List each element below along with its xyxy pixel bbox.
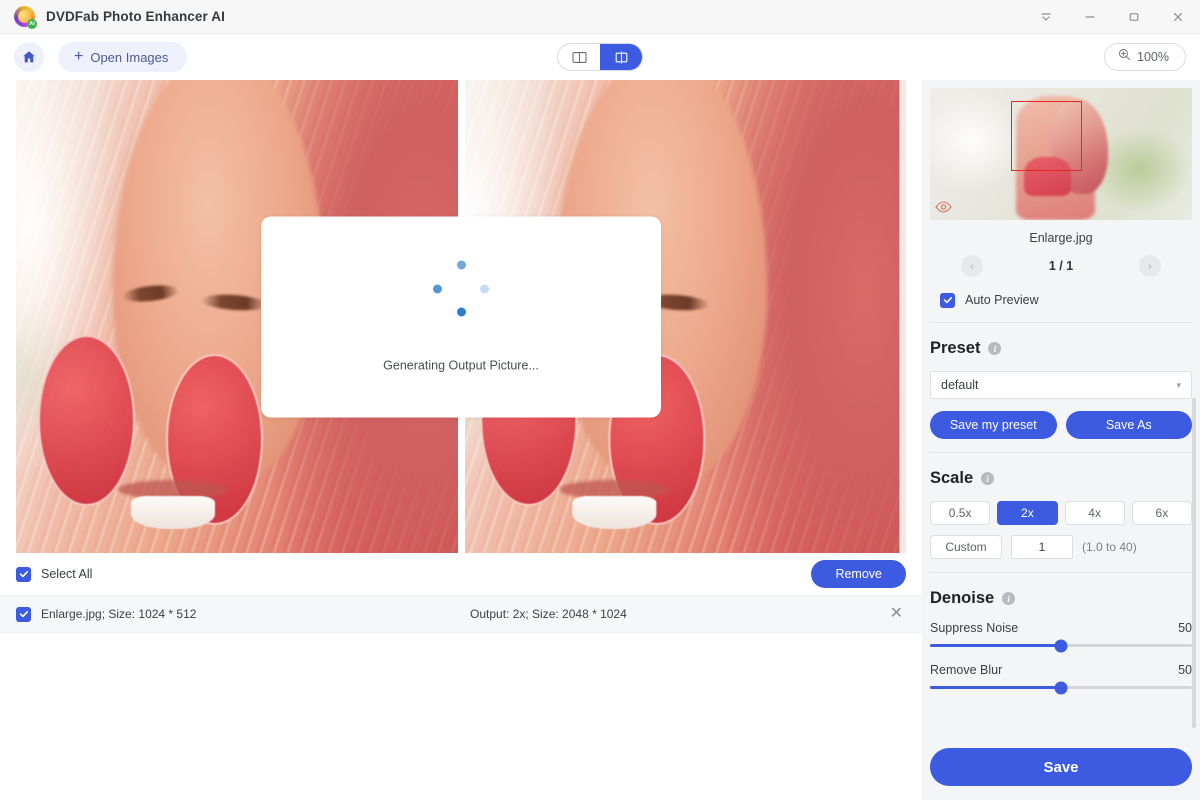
thumbnail-filename: Enlarge.jpg [1029,231,1093,245]
file-row-checkbox[interactable] [16,606,31,622]
suppress-noise-label: Suppress Noise [930,621,1019,635]
loading-overlay: Generating Output Picture... [261,216,661,417]
preset-title-label: Preset [930,339,981,357]
settings-sidebar: Enlarge.jpg ‹ 1 / 1 › Auto Preview Prese [922,80,1200,800]
next-image-button[interactable]: › [1139,255,1161,277]
denoise-heading: Denoise i [930,589,1192,608]
preset-section: Preset i default ▾ Save my preset Save A… [922,323,1200,439]
remove-blur-slider[interactable] [930,681,1192,694]
suppress-noise-head: Suppress Noise 50 [930,621,1192,635]
view-mode-toggle [557,43,643,71]
file-name-label: Enlarge.jpg; Size: 1024 * 512 [41,607,197,621]
suppress-noise-value: 50 [1178,621,1192,635]
auto-preview-checkbox[interactable] [940,292,955,308]
photo-teeth [130,496,215,530]
scale-custom-row: Custom (1.0 to 40) [930,535,1192,559]
close-icon[interactable] [1156,0,1200,33]
open-images-label: Open Images [90,49,169,65]
preset-dropdown[interactable]: default ▾ [930,371,1192,399]
home-icon[interactable] [14,42,44,72]
dots-spinner-icon [433,260,489,317]
file-output-label: Output: 2x; Size: 2048 * 1024 [470,607,627,621]
denoise-title-label: Denoise [930,589,995,607]
auto-preview-label: Auto Preview [965,293,1039,307]
zoom-level-label: 100% [1137,50,1169,64]
minimize-icon[interactable] [1068,0,1112,33]
loading-status-text: Generating Output Picture... [383,358,539,373]
single-view-button[interactable] [558,44,600,70]
title-bar: AI DVDFab Photo Enhancer AI [0,0,1200,34]
close-icon[interactable]: ✕ [887,606,906,622]
app-window: AI DVDFab Photo Enhancer AI + Open Image… [0,0,1200,800]
image-compare-area: Generating Output Picture... [16,80,906,553]
zoom-level-control[interactable]: 100% [1104,43,1186,71]
page-counter: 1 / 1 [1048,259,1074,273]
chevron-down-icon: ▾ [1176,379,1181,390]
prev-image-button[interactable]: ‹ [961,255,983,277]
save-as-button[interactable]: Save As [1065,411,1192,439]
save-section: Save [922,738,1200,800]
scale-option-2x[interactable]: 2x [997,501,1058,525]
preset-heading: Preset i [930,339,1192,358]
scale-section: Scale i 0.5x 2x 4x 6x Custom (1.0 to 40) [922,453,1200,559]
zoom-in-icon [1118,48,1131,66]
eye-icon[interactable] [935,200,952,213]
maximize-icon[interactable] [1112,0,1156,33]
thumbnail-selection-rect[interactable] [1011,101,1082,172]
table-row[interactable]: Enlarge.jpg; Size: 1024 * 512 Output: 2x… [0,595,922,633]
scale-heading: Scale i [930,469,1192,488]
select-all-label: Select All [41,567,93,581]
scale-option-0.5x[interactable]: 0.5x [930,501,991,525]
info-icon[interactable]: i [981,472,995,485]
preset-selected-value: default [941,378,979,392]
slider-fill [930,644,1061,647]
compare-view-button[interactable] [600,44,642,70]
suppress-noise-slider-block: Suppress Noise 50 [930,621,1192,652]
file-list-header: Select All Remove [0,553,922,595]
main-toolbar: + Open Images 100% [0,34,1200,80]
app-logo-icon: AI [14,6,37,29]
save-my-preset-button[interactable]: Save my preset [930,411,1057,439]
scale-range-hint: (1.0 to 40) [1082,540,1137,554]
slider-handle[interactable] [1054,681,1068,694]
thumbnail-pager: ‹ 1 / 1 › [930,255,1192,277]
scale-option-6x[interactable]: 6x [1131,501,1192,525]
info-icon[interactable]: i [988,342,1002,355]
scale-custom-input[interactable] [1011,535,1073,559]
main-body: Generating Output Picture... Select All … [0,80,1200,800]
denoise-section: Denoise i Suppress Noise 50 Remove Blur … [922,573,1200,705]
scale-title-label: Scale [930,469,974,487]
info-icon[interactable]: i [1002,592,1016,605]
scale-custom-button[interactable]: Custom [930,535,1002,559]
workspace-column: Generating Output Picture... Select All … [0,80,922,800]
remove-button[interactable]: Remove [811,560,906,588]
scale-option-4x[interactable]: 4x [1064,501,1125,525]
plus-icon: + [74,48,84,65]
suppress-noise-slider[interactable] [930,639,1192,652]
photo-sunglass-left [38,335,136,506]
slider-handle[interactable] [1054,639,1068,652]
open-images-button[interactable]: + Open Images [58,42,188,72]
preview-thumbnail[interactable] [930,88,1192,220]
remove-blur-value: 50 [1178,663,1192,677]
select-all-checkbox[interactable] [16,566,31,582]
remove-blur-label: Remove Blur [930,663,1003,677]
preset-buttons: Save my preset Save As [930,411,1192,439]
collapse-icon[interactable] [1024,0,1068,33]
remove-blur-head: Remove Blur 50 [930,663,1192,677]
logo-ai-badge: AI [27,19,37,29]
scale-options: 0.5x 2x 4x 6x [930,501,1192,525]
sidebar-scrollbar[interactable] [1192,398,1196,728]
save-button[interactable]: Save [930,748,1192,786]
photo-teeth [572,496,657,530]
slider-fill [930,686,1061,689]
app-title: DVDFab Photo Enhancer AI [46,9,225,24]
window-controls [1024,0,1200,33]
thumbnail-section: Enlarge.jpg ‹ 1 / 1 › Auto Preview [922,80,1200,309]
remove-blur-slider-block: Remove Blur 50 [930,663,1192,694]
auto-preview-row: Auto Preview [930,291,1192,309]
